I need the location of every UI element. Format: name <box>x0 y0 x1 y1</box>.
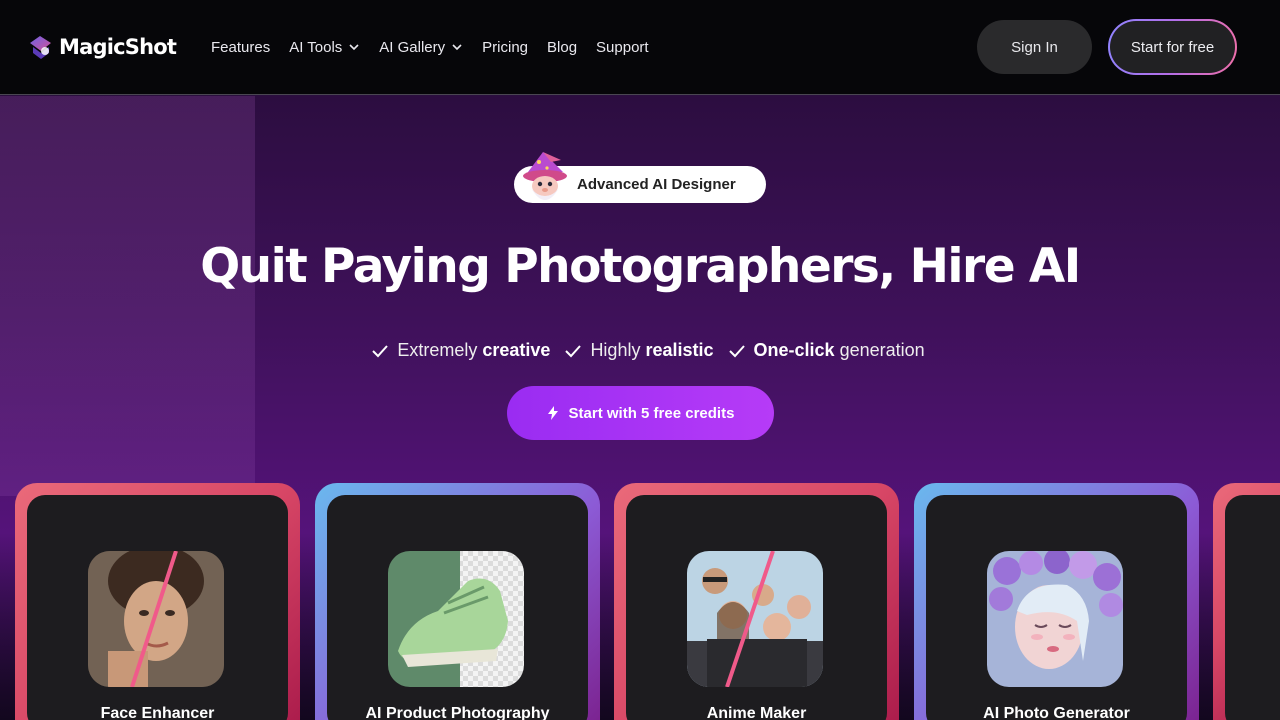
start-free-credits-button[interactable]: Start with 5 free credits <box>507 386 774 440</box>
card-label: Anime Maker <box>706 705 807 720</box>
logo-text: MagicShot <box>59 35 177 59</box>
tool-card-partial[interactable] <box>1213 483 1280 720</box>
tool-card-face-enhancer[interactable]: Face Enhancer <box>15 483 300 720</box>
feature-text-bold: creative <box>482 340 551 360</box>
card-label: AI Product Photography <box>365 705 550 720</box>
feature-text-pre: Extremely <box>397 340 483 360</box>
wizard-mascot-icon <box>517 150 573 208</box>
feature-text-pre: Highly <box>590 340 646 360</box>
card-body: Anime Maker <box>626 495 887 720</box>
tool-card-anime-maker[interactable]: Anime Maker <box>614 483 899 720</box>
nav-link-label: Pricing <box>482 38 529 56</box>
nav-link-label: Features <box>211 38 271 56</box>
nav-link-ai-tools[interactable]: AI Tools <box>289 39 360 56</box>
feature-text-post: generation <box>834 340 925 360</box>
sign-in-button[interactable]: Sign In <box>977 20 1092 74</box>
chevron-down-icon <box>452 44 462 51</box>
anime-maker-thumbnail <box>687 551 823 687</box>
check-icon <box>565 344 582 357</box>
feature-item: Extremely creative <box>371 340 550 361</box>
logo[interactable]: MagicShot <box>27 32 177 62</box>
nav-link-support[interactable]: Support <box>596 39 649 56</box>
card-label: AI Photo Generator <box>983 705 1130 720</box>
card-body: Face Enhancer <box>27 495 288 720</box>
nav-link-label: AI Gallery <box>379 38 446 56</box>
nav-link-label: Support <box>596 38 649 56</box>
nav-links: Features AI Tools AI Gallery Pricing Blo… <box>211 36 649 58</box>
start-for-free-button[interactable]: Start for free <box>1110 21 1235 73</box>
feature-text-bold: realistic <box>645 340 714 360</box>
advanced-ai-designer-badge: Advanced AI Designer <box>514 152 766 203</box>
feature-text: One-click generation <box>754 340 925 361</box>
nav-link-label: AI Tools <box>289 38 343 56</box>
card-label: Face Enhancer <box>100 705 215 720</box>
tool-card-ai-photo-generator[interactable]: AI Photo Generator <box>914 483 1199 720</box>
tool-card-ai-product-photography[interactable]: AI Product Photography <box>315 483 600 720</box>
feature-text: Extremely creative <box>397 340 550 361</box>
top-nav: MagicShot Features AI Tools AI Gallery P… <box>0 0 1280 95</box>
check-icon <box>372 344 389 357</box>
card-body: AI Product Photography <box>327 495 588 720</box>
card-body <box>1225 495 1280 720</box>
hero-glow-panel <box>0 96 255 496</box>
nav-link-features[interactable]: Features <box>211 39 270 56</box>
nav-link-pricing[interactable]: Pricing <box>482 39 528 56</box>
check-icon <box>728 344 745 357</box>
cta-label: Start with 5 free credits <box>568 404 735 422</box>
face-enhancer-thumbnail <box>88 551 224 687</box>
nav-link-ai-gallery[interactable]: AI Gallery <box>379 39 463 56</box>
feature-text-bold: One-click <box>753 340 835 360</box>
product-photography-thumbnail <box>388 551 524 687</box>
lightning-icon <box>547 406 558 420</box>
badge-text: Advanced AI Designer <box>577 176 736 193</box>
card-body: AI Photo Generator <box>926 495 1187 720</box>
photo-generator-thumbnail <box>987 551 1123 687</box>
start-for-free-button-border: Start for free <box>1108 19 1237 75</box>
feature-item: Highly realistic <box>564 340 714 361</box>
nav-link-label: Blog <box>547 38 578 56</box>
chevron-down-icon <box>349 44 359 51</box>
feature-item: One-click generation <box>728 340 925 361</box>
hero-title: Quit Paying Photographers, Hire AI <box>200 239 1081 294</box>
feature-list: Extremely creative Highly realistic One-… <box>0 340 1280 361</box>
magicshot-logo-icon <box>27 33 55 61</box>
nav-link-blog[interactable]: Blog <box>547 39 577 56</box>
feature-text: Highly realistic <box>590 340 713 361</box>
